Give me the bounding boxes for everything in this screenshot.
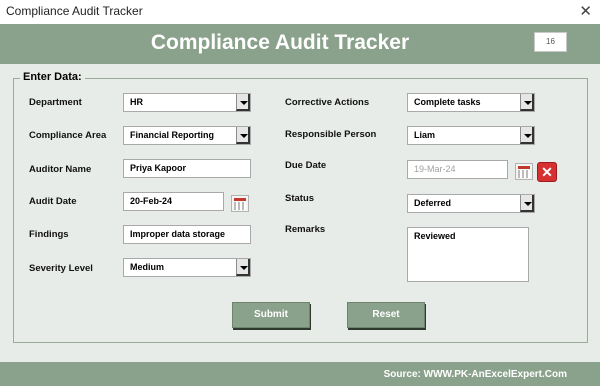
submit-button[interactable]: Submit bbox=[232, 302, 310, 328]
chevron-down-icon[interactable] bbox=[520, 127, 534, 144]
source-text: Source: WWW.PK-AnExcelExpert.Com bbox=[383, 369, 567, 380]
chevron-down-icon[interactable] bbox=[236, 127, 250, 144]
audit-date-field[interactable]: 20-Feb-24 bbox=[123, 192, 224, 211]
audit-date-label: Audit Date bbox=[29, 196, 77, 207]
chevron-down-icon[interactable] bbox=[520, 94, 534, 111]
severity-level-value: Medium bbox=[130, 262, 165, 272]
corrective-actions-label: Corrective Actions bbox=[285, 97, 370, 108]
reset-button[interactable]: Reset bbox=[347, 302, 425, 328]
status-combo[interactable]: Deferred bbox=[407, 194, 535, 213]
compliance-area-combo[interactable]: Financial Reporting bbox=[123, 126, 251, 145]
department-combo[interactable]: HR bbox=[123, 93, 251, 112]
status-label: Status bbox=[285, 193, 315, 204]
department-value: HR bbox=[130, 97, 143, 107]
corrective-actions-value: Complete tasks bbox=[414, 97, 481, 107]
due-date-field[interactable]: 19-Mar-24 bbox=[407, 160, 508, 179]
findings-field[interactable]: Improper data storage bbox=[123, 225, 251, 244]
window-title: Compliance Audit Tracker bbox=[6, 4, 143, 18]
department-label: Department bbox=[29, 97, 82, 108]
responsible-person-value: Liam bbox=[414, 130, 436, 140]
page-title: Compliance Audit Tracker bbox=[150, 31, 410, 54]
auditor-name-label: Auditor Name bbox=[29, 164, 92, 175]
clear-date-icon[interactable]: ✕ bbox=[537, 162, 557, 182]
compliance-area-label: Compliance Area bbox=[29, 130, 107, 141]
calendar-icon[interactable] bbox=[515, 163, 533, 180]
remarks-label: Remarks bbox=[285, 224, 326, 235]
status-value: Deferred bbox=[414, 198, 452, 208]
remarks-textarea[interactable]: Reviewed bbox=[407, 227, 529, 282]
calendar-icon[interactable] bbox=[231, 195, 249, 212]
corrective-actions-combo[interactable]: Complete tasks bbox=[407, 93, 535, 112]
severity-level-label: Severity Level bbox=[29, 263, 93, 274]
due-date-label: Due Date bbox=[285, 160, 327, 171]
enter-data-label: Enter Data: bbox=[20, 71, 85, 83]
chevron-down-icon[interactable] bbox=[520, 195, 534, 212]
record-counter: 16 bbox=[534, 32, 567, 52]
window-titlebar: Compliance Audit Tracker ✕ bbox=[0, 0, 600, 24]
severity-level-combo[interactable]: Medium bbox=[123, 258, 251, 277]
footer-bar: Source: WWW.PK-AnExcelExpert.Com bbox=[0, 362, 600, 386]
close-icon[interactable]: ✕ bbox=[579, 2, 592, 20]
header-bar: Compliance Audit Tracker 16 bbox=[0, 24, 600, 64]
compliance-area-value: Financial Reporting bbox=[130, 130, 215, 140]
auditor-name-field[interactable]: Priya Kapoor bbox=[123, 159, 251, 178]
responsible-person-label: Responsible Person bbox=[285, 129, 377, 140]
chevron-down-icon[interactable] bbox=[236, 94, 250, 111]
responsible-person-combo[interactable]: Liam bbox=[407, 126, 535, 145]
chevron-down-icon[interactable] bbox=[236, 259, 250, 276]
findings-label: Findings bbox=[29, 229, 69, 240]
